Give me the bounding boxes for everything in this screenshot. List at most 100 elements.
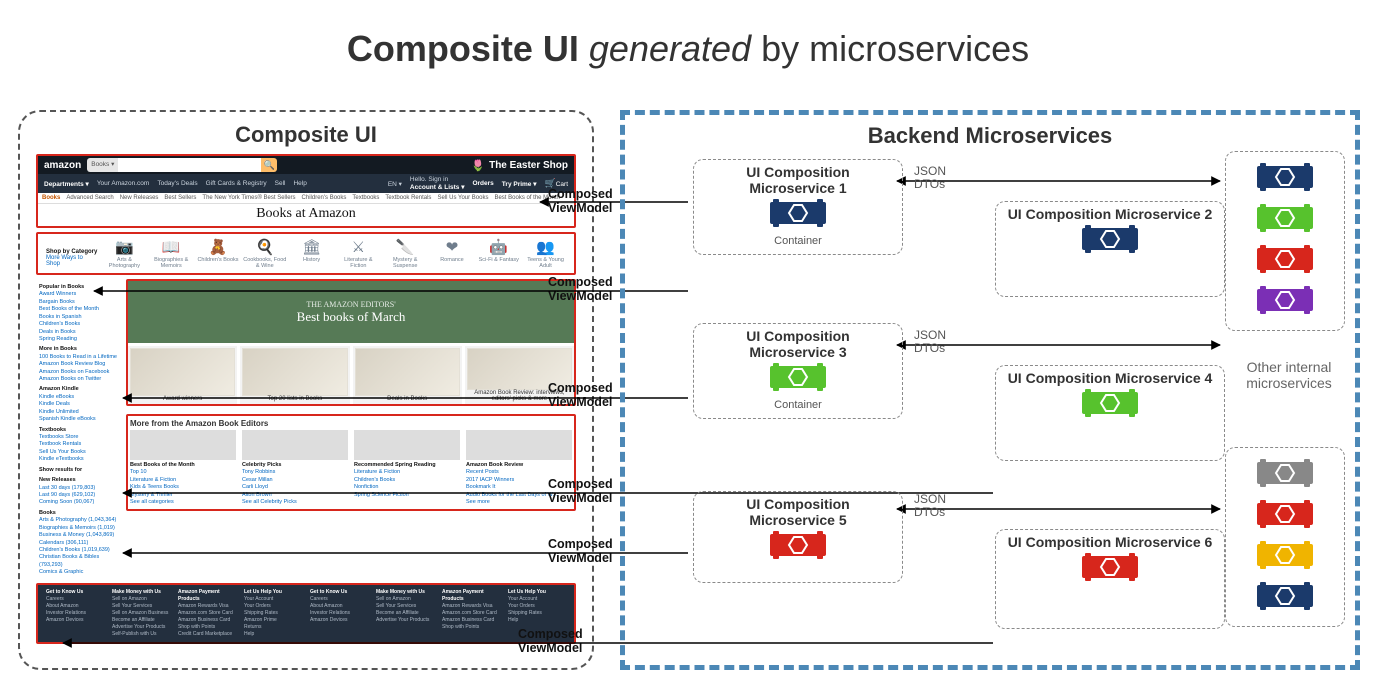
editor-link[interactable]: Nonfiction [354,484,460,491]
footer-link[interactable]: Amazon Business Card [178,617,236,624]
editor-link[interactable]: Recent Posts [466,469,572,476]
sidebar-link[interactable]: Coming Soon (90,067) [39,499,119,506]
nav-account[interactable]: Account & Lists ▾ [410,184,465,191]
category-item[interactable]: 🔪Mystery & Suspense [383,238,428,269]
sidebar-link[interactable]: Amazon Books on Twitter [39,376,119,383]
shopby-more[interactable]: More Ways to Shop [46,255,98,267]
category-item[interactable]: 🍳Cookbooks, Food & Wine [242,238,287,269]
sidebar-link[interactable]: 100 Books to Read in a Lifetime [39,354,119,361]
footer-link[interactable]: Shipping Rates [244,610,302,617]
editor-link[interactable]: Literature & Fiction [130,477,236,484]
editor-link[interactable]: Mystery & Thriller [130,492,236,499]
search-button[interactable]: 🔍 [261,158,277,172]
nav-item[interactable]: Your Amazon.com [97,180,150,187]
promo-tile[interactable]: Award winners [128,346,237,404]
category-item[interactable]: 📖Biographies & Memoirs [149,238,194,269]
nav-lang[interactable]: EN ▾ [388,180,402,188]
subnav-link[interactable]: Advanced Search [66,195,113,201]
footer-link[interactable]: Your Account [244,596,302,603]
editor-link[interactable]: See all Celebrity Picks [242,499,348,506]
sidebar-link[interactable]: Amazon Book Review Blog [39,361,119,368]
amazon-logo[interactable]: amazon [44,160,81,171]
sidebar-link[interactable]: Last 30 days (179,803) [39,485,119,492]
subnav-link[interactable]: Books [42,195,60,201]
footer-link[interactable]: Sell on Amazon [376,596,434,603]
category-item[interactable]: ❤Romance [430,238,475,269]
easter-shop-link[interactable]: 🌷 The Easter Shop [471,159,568,172]
category-item[interactable]: 🤖Sci-Fi & Fantasy [476,238,521,269]
sidebar-link[interactable]: Spanish Kindle eBooks [39,416,119,423]
footer-link[interactable]: Careers [46,596,104,603]
category-item[interactable]: 🧸Children's Books [196,238,241,269]
footer-link[interactable]: Sell on Amazon [112,596,170,603]
search-bar[interactable]: Books ▾ 🔍 [87,158,277,172]
editor-link[interactable]: Children's Books [354,477,460,484]
footer-link[interactable]: Shop with Points [442,624,500,631]
footer-link[interactable]: Help [244,631,302,638]
sidebar-link[interactable]: Comics & Graphic [39,569,119,576]
subnav-link[interactable]: Best Sellers [164,195,196,201]
editor-link[interactable]: Literature & Fiction [354,469,460,476]
footer-link[interactable]: Amazon.com Store Card [442,610,500,617]
footer-link[interactable]: Returns [244,624,302,631]
subnav-link[interactable]: Textbook Rentals [385,195,431,201]
sidebar-link[interactable]: Sell Us Your Books [39,449,119,456]
nav-departments[interactable]: Departments ▾ [44,180,89,188]
category-item[interactable]: 📷Arts & Photography [102,238,147,269]
editor-link[interactable]: See all categories [130,499,236,506]
sidebar-link[interactable]: Kindle Unlimited [39,409,119,416]
nav-item[interactable]: Help [293,180,306,187]
footer-link[interactable]: Advertise Your Products [376,617,434,624]
sidebar-link[interactable]: Best Books of the Month [39,306,119,313]
sidebar-link[interactable]: Biographies & Memoirs (1,019) [39,525,119,532]
footer-link[interactable]: Shop with Points [178,624,236,631]
editor-link[interactable]: Spring Science Fiction [354,492,460,499]
sidebar-link[interactable]: Amazon Books on Facebook [39,369,119,376]
footer-link[interactable]: Self-Publish with Us [112,631,170,638]
footer-link[interactable]: Advertise Your Products [112,624,170,631]
nav-tryprime[interactable]: Try Prime ▾ [502,180,537,188]
editor-link[interactable]: Cesar Millan [242,477,348,484]
footer-link[interactable]: Your Account [508,596,566,603]
subnav-link[interactable]: Children's Books [302,195,347,201]
editor-link[interactable]: Kids & Teens Books [130,484,236,491]
footer-link[interactable]: Credit Card Marketplace [178,631,236,638]
footer-link[interactable]: Careers [310,596,368,603]
sidebar-link[interactable]: Children's Books [39,321,119,328]
footer-link[interactable]: Sell on Amazon Business [112,610,170,617]
sidebar-link[interactable]: Award Winners [39,291,119,298]
sidebar-link[interactable]: Deals in Books [39,329,119,336]
sidebar-link[interactable]: Textbooks Store [39,434,119,441]
footer-link[interactable]: Investor Relations [310,610,368,617]
nav-item[interactable]: Today's Deals [157,180,197,187]
sidebar-link[interactable]: Calendars (306,111) [39,540,119,547]
footer-link[interactable]: Investor Relations [46,610,104,617]
sidebar-link[interactable]: Kindle eTextbooks [39,456,119,463]
footer-link[interactable]: Become an Affiliate [112,617,170,624]
footer-link[interactable]: Amazon Prime [244,617,302,624]
category-item[interactable]: 👥Teens & Young Adult [523,238,568,269]
sidebar-link[interactable]: Last 90 days (629,102) [39,492,119,499]
footer-link[interactable]: Amazon.com Store Card [178,610,236,617]
sidebar-link[interactable]: Textbook Rentals [39,441,119,448]
sidebar-link[interactable]: Bargain Books [39,299,119,306]
sidebar-link[interactable]: Kindle Deals [39,401,119,408]
footer-link[interactable]: Amazon Business Card [442,617,500,624]
footer-link[interactable]: About Amazon [310,603,368,610]
sidebar-link[interactable]: Books in Spanish [39,314,119,321]
footer-link[interactable]: Amazon Rewards Visa [442,603,500,610]
promo-tile[interactable]: Deals in Books [353,346,462,404]
sidebar-link[interactable]: Kindle eBooks [39,394,119,401]
footer-link[interactable]: Amazon Devices [310,617,368,624]
footer-link[interactable]: Help [508,617,566,624]
sidebar-link[interactable]: Christian Books & Bibles (793,293) [39,554,119,569]
footer-link[interactable]: Amazon Rewards Visa [178,603,236,610]
subnav-link[interactable]: New Releases [120,195,159,201]
footer-link[interactable]: Amazon Devices [46,617,104,624]
category-item[interactable]: ⚔Literature & Fiction [336,238,381,269]
search-input[interactable] [118,158,261,172]
footer-link[interactable]: Become an Affiliate [376,610,434,617]
nav-item[interactable]: Gift Cards & Registry [206,180,267,187]
nav-item[interactable]: Sell [275,180,286,187]
footer-link[interactable]: Your Orders [244,603,302,610]
